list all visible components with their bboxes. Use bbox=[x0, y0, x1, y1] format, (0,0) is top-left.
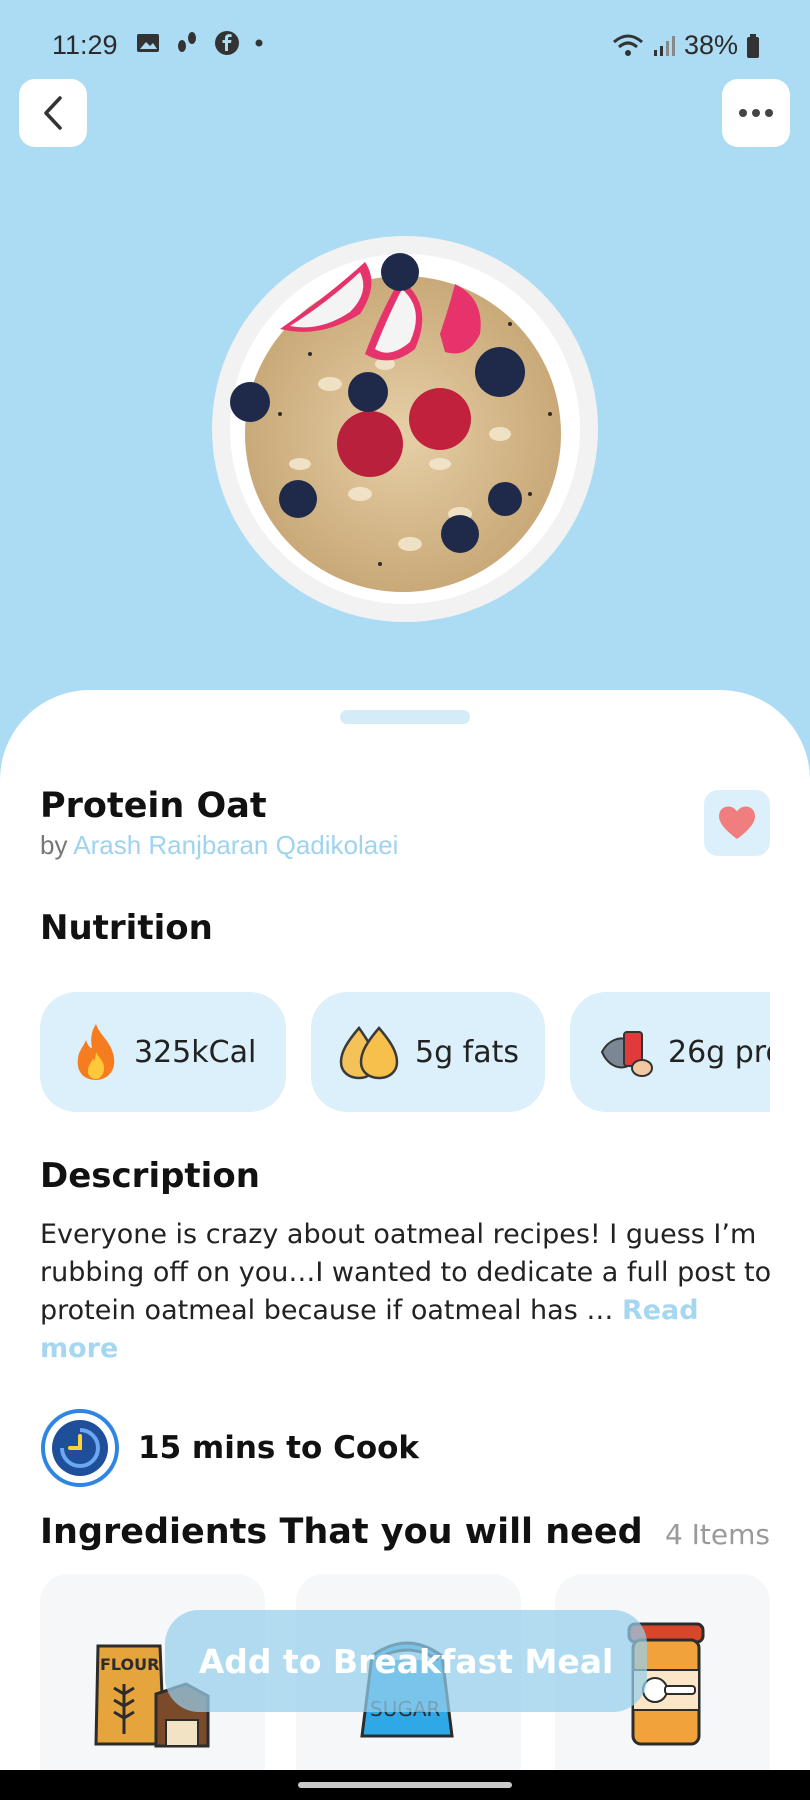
fat-drops-icon bbox=[339, 1025, 399, 1080]
status-bar: 11:29 38% bbox=[0, 0, 810, 96]
author-link[interactable]: Arash Ranjbaran Qadikolaei bbox=[73, 830, 398, 860]
description-text: Everyone is crazy about oatmeal recipes!… bbox=[40, 1216, 780, 1368]
facebook-icon bbox=[215, 31, 239, 55]
nutrition-chip-fats[interactable]: 5g fats bbox=[311, 992, 545, 1112]
system-navigation-bar bbox=[0, 1770, 810, 1800]
drag-handle[interactable] bbox=[340, 710, 470, 724]
description-heading: Description bbox=[40, 1156, 260, 1196]
flour-label: FLOUR bbox=[100, 1655, 159, 1674]
fire-icon bbox=[77, 1024, 115, 1080]
battery-percent: 38% bbox=[683, 30, 738, 60]
nutrition-chip-label: 325kCal bbox=[134, 1034, 257, 1070]
heart-icon bbox=[719, 806, 755, 839]
steps-icon bbox=[178, 32, 196, 52]
back-button[interactable] bbox=[19, 79, 87, 147]
more-horizontal-icon bbox=[739, 109, 773, 117]
nutrition-chip-label: 26g pro bbox=[668, 1034, 770, 1070]
chevron-left-icon bbox=[44, 96, 62, 130]
recipe-title: Protein Oat bbox=[40, 786, 267, 826]
protein-icon bbox=[600, 1031, 653, 1077]
gallery-icon bbox=[137, 34, 159, 52]
recipe-image bbox=[212, 236, 598, 622]
nutrition-chip-calories[interactable]: 325kCal bbox=[40, 992, 286, 1112]
timer-icon bbox=[41, 1409, 119, 1487]
system-icons: 38% bbox=[612, 30, 760, 61]
nutrition-chip-label: 5g fats bbox=[415, 1034, 520, 1070]
cook-time: 15 mins to Cook bbox=[138, 1430, 420, 1466]
ingredients-heading: Ingredients That you will need bbox=[40, 1512, 643, 1552]
recipe-author: by Arash Ranjbaran Qadikolaei bbox=[40, 830, 398, 861]
battery-icon bbox=[747, 33, 759, 58]
nutrition-heading: Nutrition bbox=[40, 908, 213, 948]
more-options-button[interactable] bbox=[722, 79, 790, 147]
dot-icon bbox=[255, 39, 263, 47]
author-prefix: by bbox=[40, 830, 68, 860]
nutrition-chip-protein[interactable]: 26g pro bbox=[570, 992, 770, 1112]
notification-icons bbox=[136, 30, 264, 56]
nutrition-chips: 325kCal 5g fats 26g pro bbox=[40, 992, 770, 1114]
status-time: 11:29 bbox=[52, 30, 118, 60]
recipe-detail-sheet: Protein Oat by Arash Ranjbaran Qadikolae… bbox=[0, 690, 810, 1800]
ingredients-count[interactable]: 4 Items bbox=[665, 1518, 770, 1551]
home-gesture-pill[interactable] bbox=[298, 1782, 512, 1788]
signal-icon bbox=[653, 35, 675, 56]
favorite-button[interactable] bbox=[704, 790, 770, 856]
add-to-meal-button[interactable]: Add to Breakfast Meal bbox=[165, 1610, 647, 1712]
wifi-icon bbox=[612, 34, 643, 56]
